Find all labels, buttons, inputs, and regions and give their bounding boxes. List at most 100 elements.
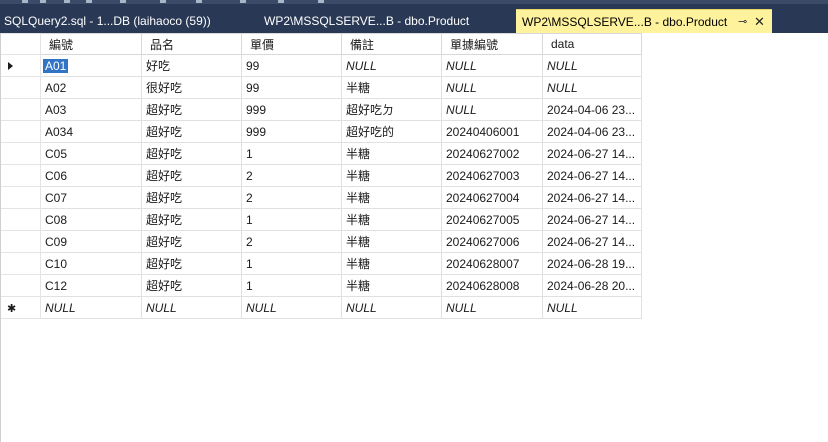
column-header[interactable]: 品名	[141, 33, 242, 55]
grid-cell[interactable]: 20240627002	[441, 142, 543, 165]
grid-cell[interactable]: 超好吃ㄉ	[341, 98, 442, 121]
grid-cell[interactable]: NULL	[542, 54, 642, 77]
table-row[interactable]: A03 超好吃 999 超好吃ㄉ NULL 2024-04-06 23...	[0, 98, 642, 121]
column-header[interactable]: 單據編號	[441, 33, 543, 55]
table-row[interactable]: A01 好吃 99 NULL NULL NULL	[0, 54, 642, 77]
grid-cell[interactable]: 半糖	[341, 142, 442, 165]
row-header[interactable]	[0, 164, 41, 187]
column-header[interactable]: 備註	[341, 33, 442, 55]
grid-cell[interactable]: NULL	[341, 296, 442, 319]
grid-cell[interactable]: 半糖	[341, 208, 442, 231]
column-header[interactable]: 單價	[241, 33, 342, 55]
toolbar-icon[interactable]	[278, 0, 284, 3]
grid-cell[interactable]: 2	[241, 164, 342, 187]
grid-cell[interactable]: C12	[40, 274, 142, 297]
grid-cell[interactable]: 20240628008	[441, 274, 543, 297]
grid-cell[interactable]: 20240627003	[441, 164, 543, 187]
grid-cell[interactable]: 2024-06-28 19...	[542, 252, 642, 275]
toolbar-icon[interactable]	[64, 0, 70, 3]
grid-cell[interactable]: NULL	[40, 296, 142, 319]
toolbar-icon[interactable]	[40, 0, 46, 3]
grid-cell[interactable]: 2024-04-06 23...	[542, 98, 642, 121]
pin-icon[interactable]: ⊸	[738, 10, 747, 33]
grid-corner[interactable]	[0, 33, 41, 55]
table-row[interactable]: C06 超好吃 2 半糖 20240627003 2024-06-27 14..…	[0, 164, 642, 187]
grid-cell[interactable]: NULL	[141, 296, 242, 319]
grid-cell[interactable]: C10	[40, 252, 142, 275]
close-icon[interactable]: ✕	[754, 10, 765, 33]
grid-cell[interactable]: NULL	[441, 296, 543, 319]
row-header[interactable]	[0, 120, 41, 143]
grid-cell[interactable]: 超好吃	[141, 252, 242, 275]
grid-cell[interactable]: 半糖	[341, 164, 442, 187]
grid-cell[interactable]: 超好吃	[141, 186, 242, 209]
grid-cell[interactable]: 2024-06-28 20...	[542, 274, 642, 297]
grid-cell[interactable]: 半糖	[341, 274, 442, 297]
toolbar-icon[interactable]	[22, 0, 28, 3]
grid-cell[interactable]: 超好吃	[141, 98, 242, 121]
grid-cell[interactable]: A03	[40, 98, 142, 121]
grid-cell[interactable]: 超好吃	[141, 274, 242, 297]
grid-cell[interactable]: 2024-06-27 14...	[542, 186, 642, 209]
grid-cell[interactable]: 999	[241, 120, 342, 143]
table-row[interactable]: C05 超好吃 1 半糖 20240627002 2024-06-27 14..…	[0, 142, 642, 165]
grid-cell[interactable]: NULL	[441, 76, 543, 99]
grid-cell[interactable]: 很好吃	[141, 76, 242, 99]
grid-cell[interactable]: 1	[241, 252, 342, 275]
grid-cell[interactable]: NULL	[542, 296, 642, 319]
tab-product-table-active[interactable]: WP2\MSSQLSERVE...B - dbo.Product ⊸ ✕	[516, 9, 772, 33]
grid-cell[interactable]: 2024-06-27 14...	[542, 230, 642, 253]
grid-cell[interactable]: 半糖	[341, 76, 442, 99]
toolbar-icon[interactable]	[318, 0, 324, 3]
grid-cell[interactable]: 超好吃	[141, 142, 242, 165]
grid-cell[interactable]: 20240627004	[441, 186, 543, 209]
toolbar-icon[interactable]	[160, 0, 166, 3]
row-header[interactable]	[0, 208, 41, 231]
row-header[interactable]	[0, 186, 41, 209]
row-header[interactable]	[0, 54, 41, 77]
grid-cell[interactable]: 2024-04-06 23...	[542, 120, 642, 143]
grid-cell[interactable]: 半糖	[341, 186, 442, 209]
grid-cell[interactable]: C09	[40, 230, 142, 253]
grid-cell[interactable]: NULL	[341, 54, 442, 77]
grid-cell[interactable]: 2024-06-27 14...	[542, 142, 642, 165]
grid-cell[interactable]: NULL	[441, 98, 543, 121]
grid-cell[interactable]: 1	[241, 274, 342, 297]
table-row[interactable]: C10 超好吃 1 半糖 20240628007 2024-06-28 19..…	[0, 252, 642, 275]
grid-cell[interactable]: 超好吃	[141, 208, 242, 231]
grid-cell[interactable]: 半糖	[341, 230, 442, 253]
row-header[interactable]	[0, 230, 41, 253]
grid-cell[interactable]: 1	[241, 208, 342, 231]
table-row[interactable]: C12 超好吃 1 半糖 20240628008 2024-06-28 20..…	[0, 274, 642, 297]
grid-cell[interactable]: 999	[241, 98, 342, 121]
toolbar-icon[interactable]	[240, 0, 246, 3]
grid-cell[interactable]: C08	[40, 208, 142, 231]
grid-cell[interactable]: C06	[40, 164, 142, 187]
column-header[interactable]: data	[542, 33, 642, 55]
tab-sqlquery2[interactable]: SQLQuery2.sql - 1...DB (laihaoco (59))	[0, 9, 240, 33]
grid-cell[interactable]: NULL	[441, 54, 543, 77]
grid-cell[interactable]: 20240627005	[441, 208, 543, 231]
table-row[interactable]: C07 超好吃 2 半糖 20240627004 2024-06-27 14..…	[0, 186, 642, 209]
table-row[interactable]: C09 超好吃 2 半糖 20240627006 2024-06-27 14..…	[0, 230, 642, 253]
grid-cell[interactable]: 20240406001	[441, 120, 543, 143]
grid-cell[interactable]: A02	[40, 76, 142, 99]
row-header[interactable]: ✱	[0, 296, 41, 319]
column-header[interactable]: 編號	[40, 33, 142, 55]
tab-product-table-1[interactable]: WP2\MSSQLSERVE...B - dbo.Product	[244, 9, 508, 33]
grid-cell[interactable]: 99	[241, 76, 342, 99]
grid-cell[interactable]: A01	[40, 54, 142, 77]
row-header[interactable]	[0, 142, 41, 165]
table-row[interactable]: A034 超好吃 999 超好吃的 20240406001 2024-04-06…	[0, 120, 642, 143]
grid-cell[interactable]: NULL	[542, 76, 642, 99]
row-header[interactable]	[0, 76, 41, 99]
new-row[interactable]: ✱ NULL NULL NULL NULL NULL NULL	[0, 296, 642, 319]
grid-cell[interactable]: C07	[40, 186, 142, 209]
toolbar-icon[interactable]	[120, 0, 126, 3]
row-header[interactable]	[0, 98, 41, 121]
row-header[interactable]	[0, 274, 41, 297]
grid-cell[interactable]: 1	[241, 142, 342, 165]
grid-cell[interactable]: 2	[241, 230, 342, 253]
grid-cell[interactable]: A034	[40, 120, 142, 143]
grid-cell[interactable]: 超好吃	[141, 164, 242, 187]
